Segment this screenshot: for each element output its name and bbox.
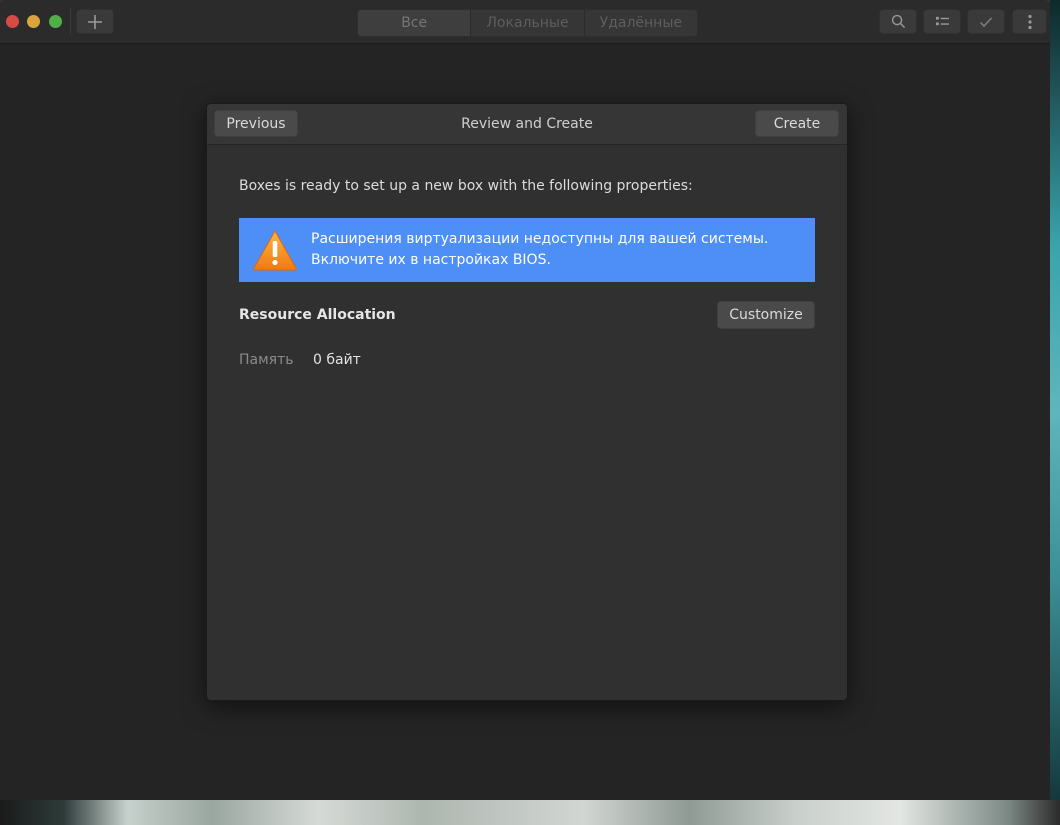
tab-local[interactable]: Локальные	[471, 10, 585, 36]
review-create-dialog: Review and Create Previous Create Boxes …	[206, 103, 848, 701]
warning-icon-wrap	[239, 229, 311, 271]
headerbar: Все Локальные Удалённые	[0, 0, 1050, 44]
desktop-wallpaper-bottom	[0, 800, 1060, 825]
select-mode-button[interactable]	[967, 9, 1005, 34]
window-maximize-button[interactable]	[49, 15, 62, 28]
dialog-title: Review and Create	[461, 116, 593, 132]
warning-line-1: Расширения виртуализации недоступны для …	[311, 231, 769, 247]
desktop-wallpaper-right	[1050, 0, 1060, 825]
create-button[interactable]: Create	[755, 110, 839, 137]
customize-button[interactable]: Customize	[717, 301, 815, 329]
warning-triangle-icon	[253, 229, 297, 271]
checkmark-icon	[979, 16, 993, 27]
list-view-icon	[935, 16, 949, 26]
main-menu-button[interactable]	[1012, 9, 1047, 34]
boxes-app-window: Все Локальные Удалённые Review and Creat…	[0, 0, 1050, 800]
previous-button[interactable]: Previous	[214, 110, 298, 137]
list-view-button[interactable]	[923, 9, 961, 34]
window-close-button[interactable]	[6, 15, 19, 28]
warning-message: Расширения виртуализации недоступны для …	[311, 229, 768, 271]
resource-allocation-heading: Resource Allocation	[239, 307, 396, 323]
dialog-header: Review and Create Previous Create	[207, 104, 847, 145]
headerbar-separator	[70, 8, 71, 35]
memory-value: 0 байт	[313, 352, 361, 368]
plus-icon	[88, 14, 102, 29]
memory-label: Память	[239, 352, 294, 368]
new-box-button[interactable]	[76, 9, 114, 34]
view-switcher: Все Локальные Удалённые	[357, 9, 698, 37]
kebab-menu-icon	[1027, 14, 1032, 29]
search-icon	[891, 14, 905, 29]
warning-line-2: Включите их в настройках BIOS.	[311, 252, 551, 268]
virtualization-warning-banner: Расширения виртуализации недоступны для …	[239, 218, 815, 282]
tab-all[interactable]: Все	[358, 10, 472, 36]
tab-remote[interactable]: Удалённые	[584, 10, 697, 36]
search-button[interactable]	[879, 9, 917, 34]
window-minimize-button[interactable]	[27, 15, 40, 28]
intro-text: Boxes is ready to set up a new box with …	[239, 178, 693, 194]
